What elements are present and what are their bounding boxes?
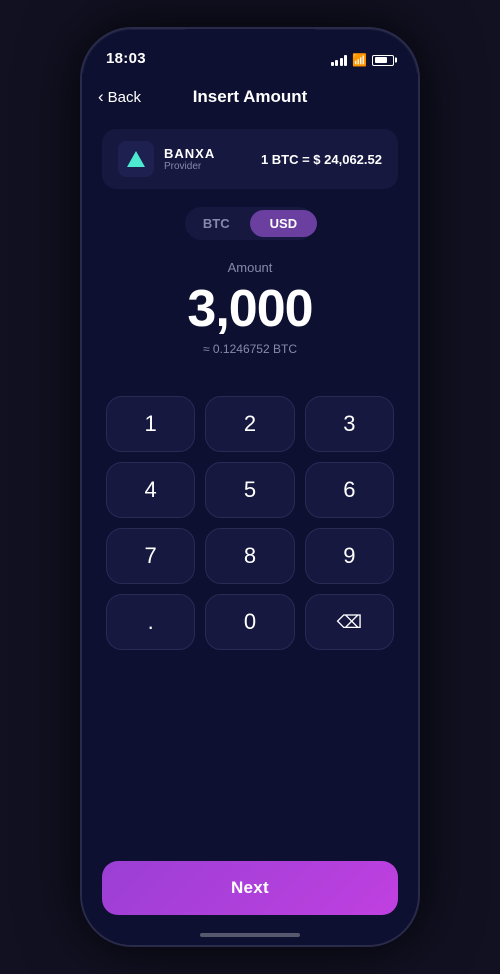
- phone-wrapper: 18:03 📶 ‹ Back Insert Amount: [0, 0, 500, 974]
- banxa-triangle-icon: [127, 151, 145, 167]
- btc-currency-button[interactable]: BTC: [183, 210, 250, 237]
- home-indicator: [200, 933, 300, 937]
- key-9[interactable]: 9: [305, 528, 394, 584]
- provider-left: BANXA Provider: [118, 141, 215, 177]
- provider-card: BANXA Provider 1 BTC = $ 24,062.52: [102, 129, 398, 189]
- phone-frame: 18:03 📶 ‹ Back Insert Amount: [80, 27, 420, 947]
- nav-header: ‹ Back Insert Amount: [82, 73, 418, 121]
- notch: [185, 29, 315, 57]
- key-4[interactable]: 4: [106, 462, 195, 518]
- signal-icon: [331, 55, 348, 66]
- screen: ‹ Back Insert Amount BANXA Provider 1 BT…: [82, 73, 418, 945]
- back-label: Back: [108, 89, 141, 106]
- amount-section: Amount 3,000 ≈ 0.1246752 BTC: [82, 250, 418, 366]
- provider-label: Provider: [164, 161, 215, 172]
- keypad: 1 2 3 4 5 6 7 8 9 . 0 ⌫: [82, 376, 418, 670]
- key-8[interactable]: 8: [205, 528, 294, 584]
- currency-toggle: BTC USD: [185, 207, 315, 240]
- provider-info: BANXA Provider: [164, 146, 215, 172]
- next-button[interactable]: Next: [102, 861, 398, 915]
- key-6[interactable]: 6: [305, 462, 394, 518]
- back-button[interactable]: ‹ Back: [98, 87, 141, 107]
- provider-rate: 1 BTC = $ 24,062.52: [261, 152, 382, 167]
- amount-value: 3,000: [102, 281, 398, 338]
- status-time: 18:03: [106, 50, 146, 67]
- provider-name: BANXA: [164, 146, 215, 161]
- status-icons: 📶: [331, 53, 394, 67]
- key-7[interactable]: 7: [106, 528, 195, 584]
- page-title: Insert Amount: [193, 87, 308, 107]
- key-delete[interactable]: ⌫: [305, 594, 394, 650]
- provider-logo: [118, 141, 154, 177]
- delete-icon: ⌫: [337, 612, 362, 633]
- wifi-icon: 📶: [352, 53, 367, 67]
- amount-converted: ≈ 0.1246752 BTC: [102, 342, 398, 356]
- usd-currency-button[interactable]: USD: [250, 210, 317, 237]
- amount-label: Amount: [102, 260, 398, 275]
- next-button-wrapper: Next: [102, 861, 398, 915]
- key-0[interactable]: 0: [205, 594, 294, 650]
- key-2[interactable]: 2: [205, 396, 294, 452]
- back-chevron-icon: ‹: [98, 87, 104, 107]
- key-3[interactable]: 3: [305, 396, 394, 452]
- key-5[interactable]: 5: [205, 462, 294, 518]
- key-1[interactable]: 1: [106, 396, 195, 452]
- key-dot[interactable]: .: [106, 594, 195, 650]
- battery-icon: [372, 55, 394, 66]
